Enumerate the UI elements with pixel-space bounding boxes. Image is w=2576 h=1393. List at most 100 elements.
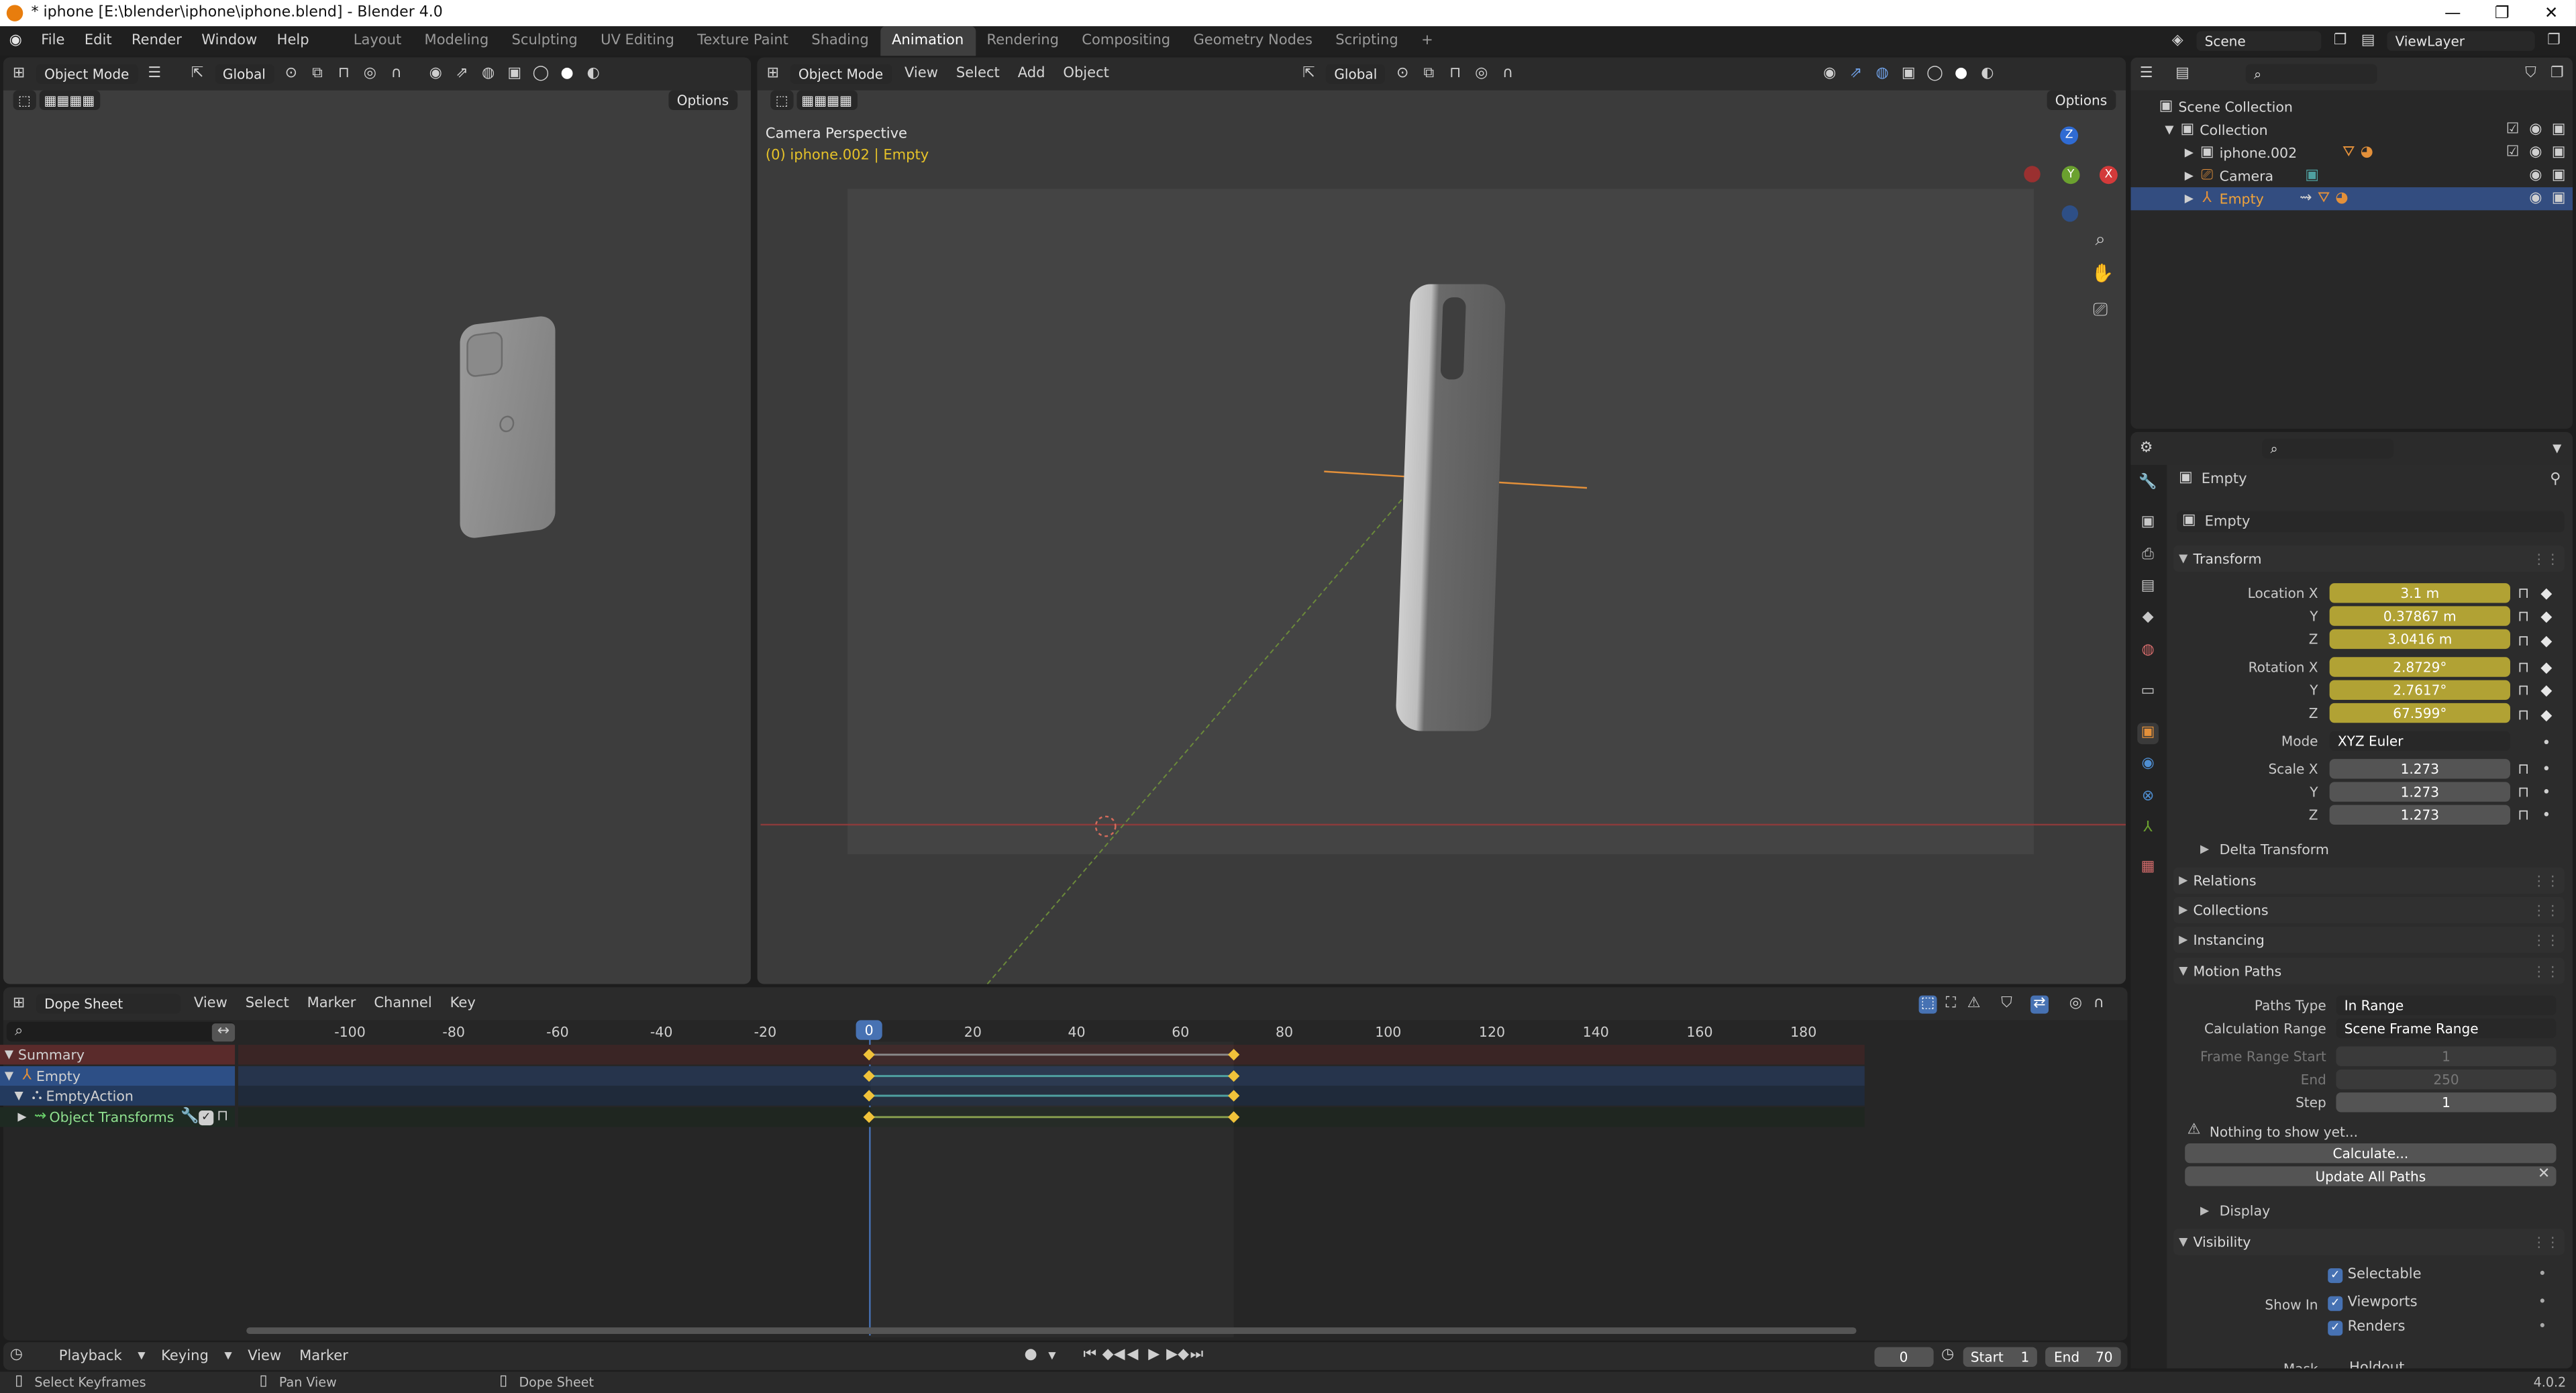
outliner-item[interactable]: ▶ ▣ iphone.002 ⛛ ◕ ☑ ◉ ▣ — [2130, 142, 2573, 164]
motion-paths-panel-header[interactable]: ▼ Motion Paths ⋮⋮ — [2173, 958, 2565, 984]
eye-icon[interactable]: ◉ — [2526, 167, 2544, 185]
preview-range-icon[interactable]: ◷ — [1941, 1347, 1954, 1365]
camera-render-icon[interactable]: ▣ — [2550, 190, 2568, 208]
menu-view[interactable]: View — [243, 1348, 287, 1364]
expand-arrow-icon[interactable]: ▶ — [2180, 167, 2198, 185]
gizmo-neg-x[interactable] — [2024, 166, 2041, 183]
data-tab-icon[interactable]: ⅄ — [2137, 818, 2159, 839]
calculate-button[interactable]: Calculate... — [2185, 1143, 2557, 1164]
camera-render-icon[interactable]: ▣ — [2550, 144, 2568, 162]
keyframe-dot-icon[interactable]: • — [2538, 807, 2555, 825]
selectable-checkbox[interactable]: ✓ Selectable — [2328, 1267, 2422, 1283]
outliner-collection[interactable]: ▼ ▣ Collection ☑ ◉ ▣ — [2130, 118, 2573, 141]
keyframe-icon[interactable]: ◆ — [2538, 660, 2555, 678]
instancing-panel-header[interactable]: ▶ Instancing ⋮⋮ — [2173, 926, 2565, 953]
rotation-x-field[interactable]: 2.8729° — [2329, 657, 2510, 677]
start-frame-field[interactable]: Start 1 — [1962, 1346, 2038, 1366]
paths-type-dropdown[interactable]: In Range — [2336, 995, 2557, 1016]
camera-render-icon[interactable]: ▣ — [2550, 121, 2568, 139]
physics-tab-icon[interactable]: ◉ — [2137, 754, 2159, 776]
checkbox-checked-icon[interactable]: ✓ — [2328, 1267, 2343, 1282]
texture-tab-icon[interactable]: ▦ — [2137, 858, 2159, 879]
keyframe-icon[interactable]: ◆ — [2538, 708, 2555, 726]
holdout-checkbox[interactable]: Holdout — [2349, 1360, 2404, 1368]
chevron-down-icon[interactable]: ▼ — [1043, 1347, 1062, 1365]
lock-icon[interactable]: ⊓ — [2515, 660, 2531, 678]
clear-icon[interactable]: ✕ — [2535, 1166, 2553, 1184]
jump-end-icon[interactable]: ⏭ — [1188, 1347, 1206, 1365]
filter-icon[interactable]: ⛉ — [1998, 994, 2016, 1013]
drag-handle-icon[interactable]: ⋮⋮ — [2532, 872, 2564, 888]
lock-icon[interactable]: ⊓ — [2515, 784, 2531, 803]
zoom-icon[interactable]: ⌕ — [2092, 230, 2110, 248]
keyframe-icon[interactable]: ◆ — [2538, 682, 2555, 701]
gizmo-z-axis[interactable]: Z — [2060, 126, 2079, 145]
drag-handle-icon[interactable]: ⋮⋮ — [2532, 931, 2564, 947]
scene-selector[interactable]: Scene — [2196, 31, 2322, 51]
eye-icon[interactable]: ◉ — [2526, 144, 2544, 162]
calculation-range-dropdown[interactable]: Scene Frame Range — [2336, 1018, 2557, 1039]
new-scene-icon[interactable]: ❐ — [2331, 32, 2349, 50]
collection-tab-icon[interactable]: ▭ — [2137, 682, 2159, 703]
close-button[interactable]: ✕ — [2526, 4, 2575, 22]
eye-icon[interactable]: ◉ — [2526, 121, 2544, 139]
filter-icon[interactable]: ⛉ — [2522, 65, 2540, 83]
next-keyframe-icon[interactable]: ▶◆ — [1166, 1347, 1189, 1365]
lock-icon[interactable]: ⊓ — [2515, 634, 2531, 652]
lock-icon[interactable]: ⊓ — [2515, 708, 2531, 726]
lock-icon[interactable]: ⊓ — [2515, 807, 2531, 825]
expand-arrow-icon[interactable]: ▶ — [2180, 190, 2198, 208]
keyframe-icon[interactable]: ◆ — [2538, 634, 2555, 652]
falloff-icon[interactable]: ∩ — [2090, 994, 2108, 1013]
display-mode-icon[interactable]: ▤ — [2173, 65, 2192, 83]
outliner-scene-collection[interactable]: ▣ Scene Collection — [2130, 95, 2573, 118]
drag-handle-icon[interactable]: ⋮⋮ — [2532, 963, 2564, 979]
gizmo-y-axis[interactable]: Y — [2061, 166, 2080, 185]
delta-transform-subpanel[interactable]: ▶ Delta Transform — [2195, 841, 2329, 858]
camera-render-icon[interactable]: ▣ — [2550, 167, 2568, 185]
keyframe-dot-icon[interactable]: • — [2538, 762, 2555, 780]
outliner-search[interactable]: ⌕ — [2245, 64, 2377, 84]
sync-icon[interactable]: ⇄ — [2030, 994, 2049, 1013]
lock-icon[interactable]: ⊓ — [2515, 762, 2531, 780]
keyframe-dot-icon[interactable]: • — [2538, 1267, 2546, 1283]
render-tab-icon[interactable]: ▣ — [2137, 513, 2159, 534]
location-z-field[interactable]: 3.0416 m — [2329, 629, 2510, 650]
checkbox-icon[interactable]: ☑ — [2504, 144, 2522, 162]
display-subpanel[interactable]: ▶ Display — [2195, 1202, 2270, 1219]
maximize-button[interactable]: ❐ — [2477, 4, 2526, 22]
keyframe-icon[interactable]: ◆ — [2538, 609, 2555, 627]
lock-icon[interactable]: ⊓ — [2515, 609, 2531, 627]
pan-hand-icon[interactable]: ✋ — [2092, 264, 2114, 282]
gizmo-neg-z[interactable] — [2061, 205, 2079, 222]
constraints-tab-icon[interactable]: ⊗ — [2137, 787, 2159, 809]
proportional-edit-icon[interactable]: ◎ — [2067, 994, 2085, 1013]
relations-panel-header[interactable]: ▶ Relations ⋮⋮ — [2173, 867, 2565, 894]
checkbox-checked-icon[interactable]: ✓ — [2328, 1320, 2343, 1335]
location-y-field[interactable]: 0.37867 m — [2329, 606, 2510, 626]
location-x-field[interactable]: 3.1 m — [2329, 583, 2510, 603]
keyframe-icon[interactable]: ◆ — [2538, 586, 2555, 604]
scale-y-field[interactable]: 1.273 — [2329, 782, 2510, 802]
current-frame-field[interactable]: 0 — [1874, 1346, 1933, 1366]
play-reverse-icon[interactable]: ◀ — [1123, 1347, 1141, 1365]
renders-checkbox[interactable]: ✓ Renders — [2328, 1319, 2405, 1335]
editor-type-icon[interactable]: ⚙ — [2137, 440, 2155, 458]
keyframe-dot-icon[interactable]: • — [2538, 784, 2555, 803]
outliner-item[interactable]: ▶ ⎚ Camera ▣ ◉ ▣ — [2130, 164, 2573, 187]
editor-type-icon[interactable]: ☰ — [2137, 65, 2155, 83]
navigation-gizmo[interactable]: Z Y X — [2016, 126, 2118, 225]
object-datablock[interactable]: ▣ Empty — [2176, 511, 2565, 533]
drag-handle-icon[interactable]: ⋮⋮ — [2532, 1234, 2564, 1250]
horizontal-scrollbar[interactable] — [246, 1327, 1857, 1335]
keyframe-dot-icon[interactable]: • — [2538, 1294, 2546, 1310]
visibility-panel-header[interactable]: ▼ Visibility ⋮⋮ — [2173, 1229, 2565, 1255]
jump-start-icon[interactable]: ⏮ — [1081, 1347, 1099, 1365]
view-layer-selector[interactable]: ViewLayer — [2387, 31, 2535, 51]
output-tab-icon[interactable]: ⎙ — [2137, 546, 2159, 567]
collections-panel-header[interactable]: ▶ Collections ⋮⋮ — [2173, 896, 2565, 923]
pin-icon[interactable]: ⚲ — [2546, 472, 2565, 490]
tool-tab-icon[interactable]: 🔧 — [2137, 473, 2159, 495]
keyframe-region[interactable] — [0, 0, 1971, 1347]
checkbox-icon[interactable]: ☑ — [2504, 121, 2522, 139]
